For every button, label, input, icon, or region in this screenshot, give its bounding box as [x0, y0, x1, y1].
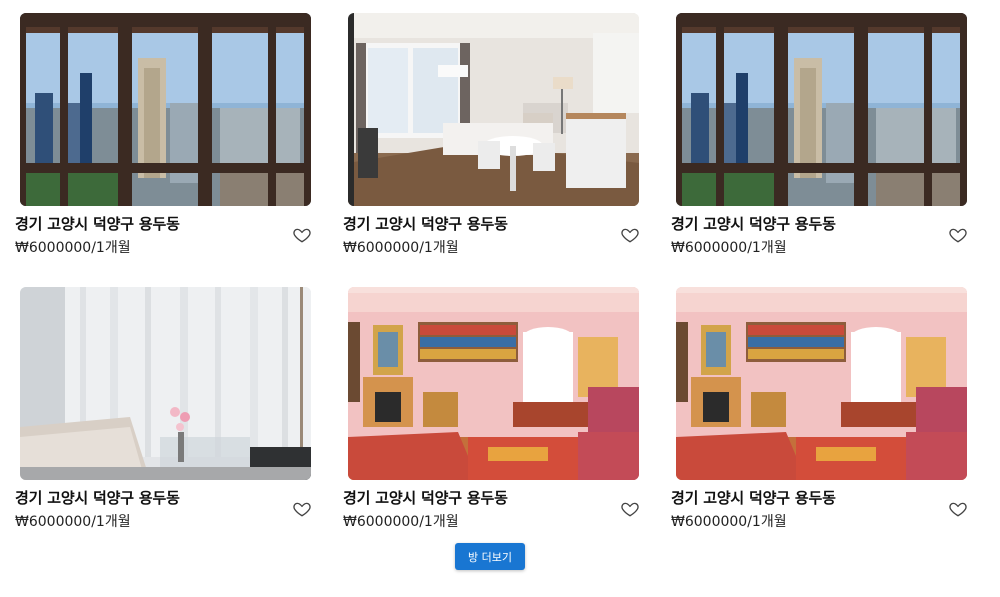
listing-card[interactable]: 경기 고양시 덕양구 용두동 ₩6000000/1개월	[15, 287, 325, 537]
listing-card[interactable]: 경기 고양시 덕양구 용두동 ₩6000000/1개월	[343, 287, 653, 537]
heart-outline-icon[interactable]	[621, 226, 639, 244]
listing-title: 경기 고양시 덕양구 용두동	[15, 215, 180, 233]
pink-living-room-photo[interactable]	[348, 287, 639, 480]
city-view-window-photo[interactable]	[20, 13, 311, 206]
listing-price: ₩6000000/1개월	[343, 514, 459, 530]
listing-price: ₩6000000/1개월	[671, 514, 787, 530]
listing-price: ₩6000000/1개월	[671, 240, 787, 256]
heart-outline-icon[interactable]	[621, 500, 639, 518]
listing-card[interactable]: 경기 고양시 덕양구 용두동 ₩6000000/1개월	[671, 287, 981, 537]
listing-title: 경기 고양시 덕양구 용두동	[15, 489, 180, 507]
listing-card[interactable]: 경기 고양시 덕양구 용두동 ₩6000000/1개월	[15, 13, 325, 263]
listing-title: 경기 고양시 덕양구 용두동	[671, 489, 836, 507]
heart-outline-icon[interactable]	[293, 226, 311, 244]
listing-grid: 경기 고양시 덕양구 용두동 ₩6000000/1개월 경기 고양시 덕양구 용…	[0, 0, 1000, 540]
pink-living-room-photo[interactable]	[676, 287, 967, 480]
listing-card[interactable]: 경기 고양시 덕양구 용두동 ₩6000000/1개월	[343, 13, 653, 263]
heart-outline-icon[interactable]	[293, 500, 311, 518]
studio-room-photo[interactable]	[348, 13, 639, 206]
listing-card[interactable]: 경기 고양시 덕양구 용두동 ₩6000000/1개월	[671, 13, 981, 263]
heart-outline-icon[interactable]	[949, 226, 967, 244]
load-more-rooms-button[interactable]: 방 더보기	[455, 543, 525, 570]
listing-title: 경기 고양시 덕양구 용두동	[671, 215, 836, 233]
listing-title: 경기 고양시 덕양구 용두동	[343, 489, 508, 507]
listing-price: ₩6000000/1개월	[15, 514, 131, 530]
city-view-window-photo[interactable]	[676, 13, 967, 206]
listing-title: 경기 고양시 덕양구 용두동	[343, 215, 508, 233]
heart-outline-icon[interactable]	[949, 500, 967, 518]
listing-price: ₩6000000/1개월	[343, 240, 459, 256]
listing-price: ₩6000000/1개월	[15, 240, 131, 256]
white-curtain-bedroom-photo[interactable]	[20, 287, 311, 480]
